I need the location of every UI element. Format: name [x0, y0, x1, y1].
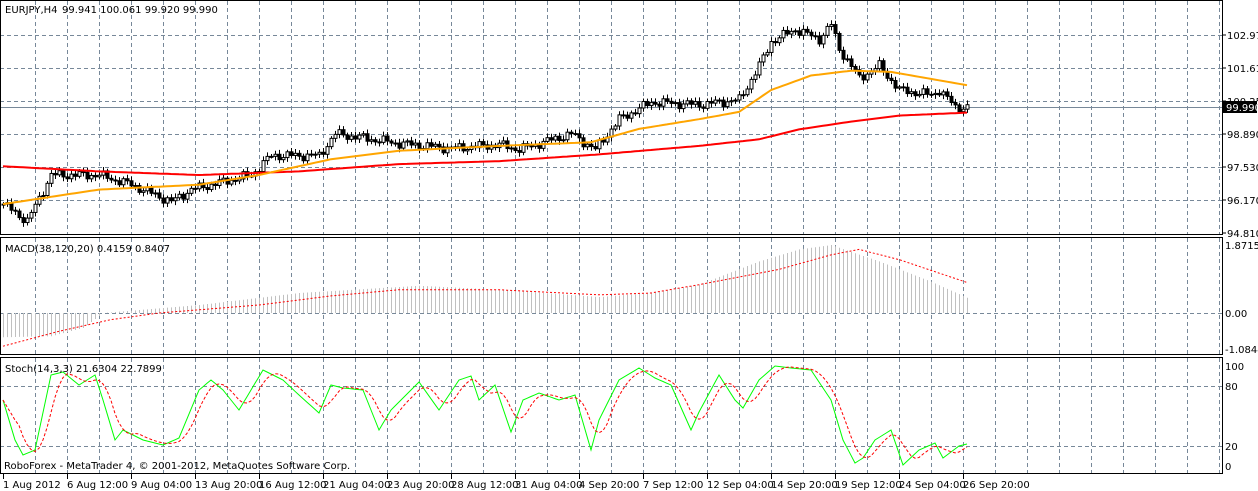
price-axis-label: 98.890 [1227, 130, 1258, 141]
stoch-axis-label: 0 [1225, 462, 1231, 473]
symbol-label: EURJPY,H4 [5, 5, 58, 16]
metatrader-chart[interactable]: EURJPY,H4 99.941 100.061 99.920 99.990 M… [0, 0, 1258, 491]
time-axis-label: 6 Aug 12:00 [67, 480, 128, 491]
stoch-axis-label: 100 [1225, 362, 1244, 373]
time-axis-label: 19 Sep 12:00 [835, 480, 902, 491]
time-axis-label: 9 Aug 04:00 [131, 480, 192, 491]
time-axis-label: 1 Aug 2012 [3, 480, 61, 491]
candle [837, 31, 842, 54]
chart-background [0, 0, 1258, 491]
price-axis-label: 97.530 [1227, 163, 1258, 174]
time-axis-label: 4 Sep 20:00 [579, 480, 639, 491]
price-axis-label: 96.170 [1227, 196, 1258, 207]
price-axis-label: 102.970 [1227, 31, 1258, 42]
time-axis-label: 28 Aug 12:00 [451, 480, 518, 491]
macd-axis-label: 1.8715 [1225, 241, 1258, 252]
price-axis-label: 101.610 [1227, 64, 1258, 75]
ohlc-label: 99.941 100.061 99.920 99.990 [62, 5, 218, 16]
time-axis-label: 26 Sep 20:00 [963, 480, 1030, 491]
stoch-label: Stoch(14,3,3) 21.6304 22.7899 [5, 364, 162, 375]
time-axis-label: 31 Aug 04:00 [515, 480, 582, 491]
current-price-marker: 99.990 [1223, 101, 1258, 114]
price-axis-label: 94.810 [1227, 229, 1258, 240]
time-axis-label: 23 Aug 20:00 [387, 480, 454, 491]
time-axis-label: 7 Sep 12:00 [643, 480, 703, 491]
time-axis-label: 12 Sep 04:00 [707, 480, 774, 491]
time-axis-label: 13 Aug 20:00 [195, 480, 262, 491]
stoch-axis-label: 80 [1225, 382, 1238, 393]
time-axis-label: 16 Aug 12:00 [259, 480, 326, 491]
time-axis-label: 24 Sep 04:00 [899, 480, 966, 491]
current-price-label: 99.990 [1226, 103, 1258, 114]
time-axis-label: 14 Sep 20:00 [771, 480, 838, 491]
candle [45, 180, 50, 199]
macd-label: MACD(38,120,20) 0.4159 0.8407 [5, 244, 170, 255]
copyright-label: RoboForex - MetaTrader 4, © 2001-2012, M… [4, 461, 350, 472]
stoch-axis-label: 20 [1225, 442, 1238, 453]
time-axis-label: 21 Aug 04:00 [323, 480, 390, 491]
macd-axis-label: 0.00 [1225, 309, 1247, 320]
macd-axis-label: -1.0844 [1225, 345, 1258, 356]
